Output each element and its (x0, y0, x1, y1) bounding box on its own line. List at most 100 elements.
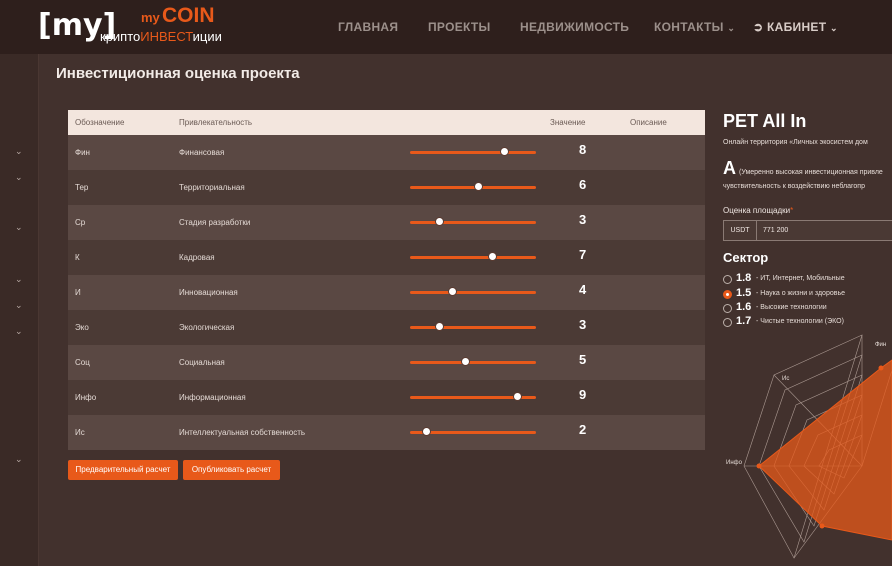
chevron-down-icon: ⌄ (727, 23, 736, 33)
row-name: Финансовая (179, 148, 225, 157)
radio-button[interactable] (723, 318, 732, 327)
row-name: Инновационная (179, 288, 238, 297)
value-slider-handle[interactable] (500, 147, 509, 156)
radio-button-selected[interactable] (723, 290, 732, 299)
row-value: 5 (579, 352, 587, 367)
radio-button[interactable] (723, 304, 732, 313)
row-value: 7 (579, 247, 587, 262)
value-slider-track[interactable] (410, 221, 536, 224)
sector-number: 1.5 (736, 287, 752, 299)
row-name: Территориальная (179, 183, 245, 192)
table-row: Фин Финансовая 8 (68, 135, 705, 170)
row-value: 3 (579, 212, 587, 227)
table-row: К Кадровая 7 (68, 240, 705, 275)
radar-chart: Фин Ис Инфо (726, 334, 892, 559)
nav-home[interactable]: ГЛАВНАЯ (338, 20, 398, 34)
sector-label: - Чистые технологии (ЭКО) (756, 318, 844, 325)
row-value: 6 (579, 177, 587, 192)
value-slider-track[interactable] (410, 326, 536, 329)
evaluation-table: Обозначение Привлекательность Значение О… (68, 110, 705, 450)
table-row: Соц Социальная 5 (68, 345, 705, 380)
value-slider-track[interactable] (410, 361, 536, 364)
value-slider-handle[interactable] (513, 392, 522, 401)
chevron-down-icon[interactable]: ⌄ (15, 222, 23, 233)
brand-tagline: криптоИНВЕСТиции (100, 29, 222, 44)
row-name: Экологическая (179, 323, 235, 332)
row-value: 2 (579, 422, 587, 437)
row-code: Ис (75, 428, 85, 437)
row-code: Фин (75, 148, 90, 157)
sector-number: 1.7 (736, 315, 752, 327)
table-row: Инфо Информационная 9 (68, 380, 705, 415)
header-attractiveness: Привлекательность (179, 118, 253, 127)
row-code: Тер (75, 183, 89, 192)
row-code: Соц (75, 358, 90, 367)
grade-description-cont: чувствительность к воздействию неблагопр (723, 183, 865, 190)
publish-calculation-button[interactable]: Опубликовать расчет (183, 460, 280, 480)
project-subtitle: Онлайн территория «Личных экосистем дом (723, 139, 868, 146)
row-code: Эко (75, 323, 89, 332)
row-code: Инфо (75, 393, 97, 402)
value-slider-track[interactable] (410, 151, 536, 154)
chevron-down-icon[interactable]: ⌄ (15, 300, 23, 311)
chevron-down-icon[interactable]: ⌄ (15, 326, 23, 337)
preliminary-calculation-button[interactable]: Предварительный расчет (68, 460, 178, 480)
value-slider-handle[interactable] (461, 357, 470, 366)
value-slider-track[interactable] (410, 291, 536, 294)
table-header: Обозначение Привлекательность Значение О… (68, 110, 705, 135)
header-value: Значение (550, 118, 586, 127)
nav-projects[interactable]: ПРОЕКТЫ (428, 20, 491, 34)
radar-label-info: Инфо (726, 460, 743, 466)
row-name: Информационная (179, 393, 246, 402)
chevron-down-icon[interactable]: ⌄ (15, 172, 23, 183)
table-row: И Инновационная 4 (68, 275, 705, 310)
radar-label-fin: Фин (875, 342, 886, 348)
grade-letter: A (723, 158, 736, 178)
radar-label-is: Ис (782, 376, 789, 382)
row-value: 9 (579, 387, 587, 402)
value-slider-handle[interactable] (435, 322, 444, 331)
valuation-amount-field[interactable]: 771 200 (757, 220, 892, 241)
header-description: Описание (630, 118, 667, 127)
table-row: Ис Интеллектуальная собственность 2 (68, 415, 705, 450)
value-slider-handle[interactable] (422, 427, 431, 436)
value-slider-handle[interactable] (488, 252, 497, 261)
header-designation: Обозначение (75, 118, 125, 127)
value-slider-track[interactable] (410, 256, 536, 259)
radar-point (756, 463, 762, 469)
top-navigation-bar: [my] my COIN криптоИНВЕСТиции ГЛАВНАЯ ПР… (0, 0, 892, 54)
radar-point (878, 365, 884, 371)
value-slider-track[interactable] (410, 186, 536, 189)
table-row: Ср Стадия разработки 3 (68, 205, 705, 240)
chevron-down-icon: ⌄ (829, 23, 838, 33)
login-icon: ➲ (753, 20, 764, 34)
table-row: Эко Экологическая 3 (68, 310, 705, 345)
row-value: 4 (579, 282, 587, 297)
nav-contacts[interactable]: КОНТАКТЫ ⌄ (654, 20, 735, 34)
chevron-down-icon[interactable]: ⌄ (15, 146, 23, 157)
sector-label: - Высокие технологии (756, 304, 827, 311)
value-slider-handle[interactable] (474, 182, 483, 191)
sector-label: - Наука о жизни и здоровье (756, 290, 845, 297)
sector-title: Сектор (723, 250, 769, 265)
table-row: Тер Территориальная 6 (68, 170, 705, 205)
project-title: PET All In (723, 111, 807, 131)
nav-real-estate[interactable]: НЕДВИЖИМОСТЬ (520, 20, 629, 34)
brand-coin: COIN (162, 4, 215, 27)
radar-point (819, 523, 825, 529)
value-slider-handle[interactable] (435, 217, 444, 226)
chevron-down-icon[interactable]: ⌄ (15, 274, 23, 285)
chevron-down-icon[interactable]: ⌄ (15, 454, 23, 465)
currency-select[interactable]: USDT (723, 220, 757, 241)
row-name: Интеллектуальная собственность (179, 428, 306, 437)
sector-label: - ИТ, Интернет, Мобильные (756, 275, 845, 282)
radio-button[interactable] (723, 275, 732, 284)
nav-cabinet[interactable]: ➲ КАБИНЕТ ⌄ (753, 20, 838, 34)
grade-description: (Умеренно высокая инвестиционная привле (739, 169, 883, 176)
page-title: Инвестиционная оценка проекта (56, 65, 300, 82)
value-slider-handle[interactable] (448, 287, 457, 296)
row-code: Ср (75, 218, 86, 227)
row-name: Стадия разработки (179, 218, 251, 227)
row-code: К (75, 253, 80, 262)
radar-area (758, 359, 892, 541)
